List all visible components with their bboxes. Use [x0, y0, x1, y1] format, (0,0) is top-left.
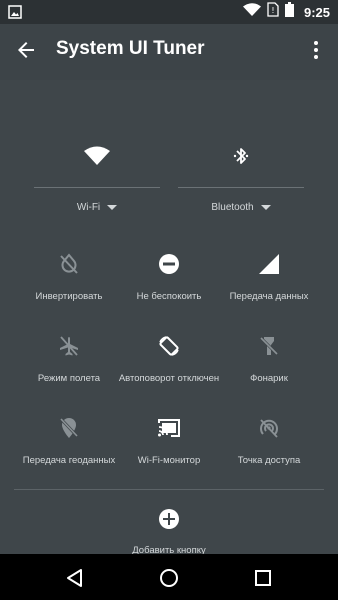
nav-home-button[interactable] [157, 566, 181, 590]
section-divider [14, 489, 324, 490]
tile-auto-rotate[interactable]: Автоповорот отключен [113, 332, 225, 384]
status-bar: ! 9:25 [0, 0, 338, 24]
status-icons: ! 9:25 [242, 0, 330, 24]
caret-down-icon [260, 205, 271, 210]
tile-divider [178, 187, 304, 188]
tile-wifi[interactable]: Wi-Fi [34, 146, 160, 213]
do-not-disturb-icon [113, 250, 225, 278]
page-title: System UI Tuner [56, 38, 205, 59]
tile-label: Точка доступа [237, 455, 301, 466]
tile-divider [34, 187, 160, 188]
more-vert-icon [304, 41, 328, 66]
airplane-icon [13, 332, 125, 360]
status-time: 9:25 [303, 4, 330, 20]
image-icon [8, 5, 22, 24]
tile-label: Передача геоданных [22, 455, 116, 466]
tile-label: Wi-Fi-монитор [137, 455, 201, 466]
screen-rotation-icon [113, 332, 225, 360]
no-sim-icon: ! [267, 2, 279, 22]
tile-flashlight[interactable]: Фонарик [213, 332, 325, 384]
overflow-menu-button[interactable] [304, 38, 328, 66]
navigation-bar [0, 554, 338, 600]
tile-do-not-disturb[interactable]: Не беспокоить [113, 250, 225, 302]
cast-icon [113, 414, 225, 442]
tile-label: Фонарик [250, 373, 288, 384]
svg-text:!: ! [271, 6, 274, 15]
nav-recents-button[interactable] [251, 566, 275, 590]
tile-airplane-mode[interactable]: Режим полета [13, 332, 125, 384]
arrow-back-icon [14, 42, 38, 66]
quick-settings-editor: Wi-Fi Bluetooth Инвертировать Не беспоко… [0, 80, 338, 556]
bluetooth-dropdown[interactable]: Bluetooth [178, 202, 304, 213]
tile-invert-colors[interactable]: Инвертировать [13, 250, 125, 302]
home-circle-icon [157, 569, 181, 594]
location-off-icon [13, 414, 125, 442]
invert-colors-off-icon [13, 250, 125, 278]
tile-hotspot[interactable]: Точка доступа [213, 414, 325, 466]
tile-bluetooth[interactable]: Bluetooth [178, 146, 304, 213]
caret-down-icon [107, 205, 118, 210]
tile-label: Инвертировать [35, 291, 103, 302]
tile-label: Автоповорот отключен [118, 373, 220, 384]
bluetooth-icon [178, 146, 304, 182]
tile-location[interactable]: Передача геоданных [13, 414, 125, 466]
back-button[interactable] [14, 38, 42, 66]
hotspot-off-icon [213, 414, 325, 442]
add-circle-icon [119, 508, 219, 535]
tile-cast[interactable]: Wi-Fi-монитор [113, 414, 225, 466]
wifi-icon [34, 146, 160, 182]
wifi-icon [242, 2, 261, 22]
battery-icon [284, 2, 294, 22]
add-tile-button[interactable]: Добавить кнопку [119, 508, 219, 556]
cellular-signal-icon [213, 250, 325, 278]
tile-label: Wi-Fi [76, 202, 101, 213]
flashlight-off-icon [213, 332, 325, 360]
tile-label: Передача данных [229, 291, 309, 302]
app-bar: System UI Tuner [0, 24, 338, 80]
nav-back-button[interactable] [63, 566, 87, 590]
tile-cellular-data[interactable]: Передача данных [213, 250, 325, 302]
recents-square-icon [251, 570, 275, 594]
wifi-dropdown[interactable]: Wi-Fi [34, 202, 160, 213]
back-triangle-icon [63, 569, 87, 594]
tile-label: Не беспокоить [136, 291, 202, 302]
tile-label: Bluetooth [211, 202, 254, 213]
tile-label: Режим полета [37, 373, 101, 384]
